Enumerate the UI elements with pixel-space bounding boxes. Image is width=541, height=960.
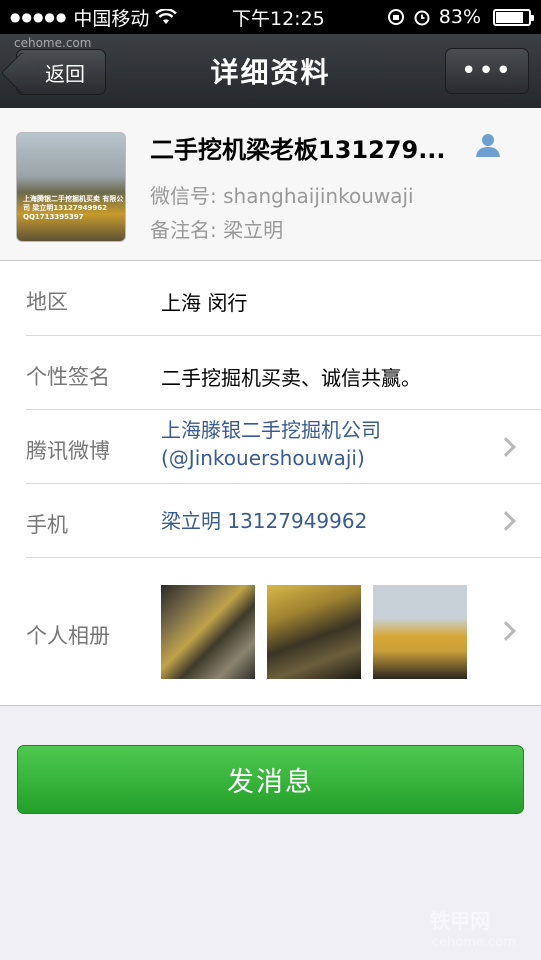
avatar[interactable]: 上海腾银二手挖掘机买卖 有限公司 梁立明13127949962 QQ171339… [16, 132, 126, 242]
weibo-handle: (@Jinkouershouwaji) [161, 446, 365, 470]
profile-nickname: 二手挖机梁老板131279... [150, 136, 446, 164]
avatar-caption: 上海腾银二手挖掘机买卖 有限公司 梁立明13127949962 QQ171339… [23, 195, 124, 221]
album-photo[interactable] [373, 585, 467, 679]
wechat-id-label: 微信号: [150, 184, 217, 208]
back-button-label: 返回 [45, 61, 85, 86]
signal-strength-icon: ●●●●● [10, 10, 68, 24]
watermark-top: cehome.com [14, 36, 92, 50]
battery-level [496, 11, 523, 23]
remark-line: 备注名: 梁立明 [150, 214, 283, 243]
weibo-name: 上海滕银二手挖掘机公司 [161, 418, 381, 442]
chevron-right-icon [496, 437, 516, 457]
wifi-icon [155, 9, 178, 24]
region-label: 地区 [26, 290, 68, 314]
detail-list: 地区 上海 闵行 个性签名 二手挖掘机买卖、诚信共赢。 腾讯微博 上海滕银二手挖… [0, 260, 541, 706]
phone-row[interactable]: 手机 梁立明 13127949962 [0, 484, 541, 558]
chevron-right-icon [496, 621, 516, 641]
album-photo[interactable] [161, 585, 255, 679]
more-options-button[interactable]: ••• [445, 48, 529, 94]
signature-label: 个性签名 [26, 365, 110, 389]
battery-percentage: 83% [438, 6, 481, 28]
wechat-id-line: 微信号: shanghaijinkouwaji [150, 180, 414, 209]
signature-row: 个性签名 二手挖掘机买卖、诚信共赢。 [0, 336, 541, 410]
remark-label: 备注名: [150, 218, 217, 242]
weibo-label: 腾讯微博 [26, 439, 110, 463]
alarm-icon [414, 10, 430, 26]
send-message-button[interactable]: 发消息 [17, 745, 524, 814]
album-photo[interactable] [267, 585, 361, 679]
phone-label: 手机 [26, 513, 68, 537]
weibo-row[interactable]: 腾讯微博 上海滕银二手挖掘机公司 (@Jinkouershouwaji) [0, 410, 541, 484]
rotation-lock-icon [387, 9, 404, 25]
album-label: 个人相册 [26, 624, 110, 648]
wechat-id-value: shanghaijinkouwaji [223, 184, 414, 208]
status-bar: ●●●●● 中国移动 下午12:25 83% [0, 0, 541, 34]
weibo-value[interactable]: 上海滕银二手挖掘机公司 (@Jinkouershouwaji) [161, 416, 381, 472]
contact-person-icon [476, 134, 500, 157]
phone-value[interactable]: 梁立明 13127949962 [161, 507, 367, 535]
remark-value: 梁立明 [223, 218, 284, 242]
region-value: 上海 闵行 [161, 291, 248, 315]
region-row: 地区 上海 闵行 [0, 261, 541, 335]
battery-icon [493, 8, 534, 26]
profile-header: 上海腾银二手挖掘机买卖 有限公司 梁立明13127949962 QQ171339… [0, 108, 541, 260]
status-time: 下午12:25 [232, 7, 325, 30]
signature-value: 二手挖掘机买卖、诚信共赢。 [161, 366, 421, 390]
watermark-brand: 铁甲网 [430, 909, 490, 933]
carrier-name: 中国移动 [73, 7, 150, 30]
back-button[interactable]: 返回 [16, 49, 106, 95]
chevron-right-icon [496, 511, 516, 531]
watermark-site: cehome.com [432, 935, 516, 950]
